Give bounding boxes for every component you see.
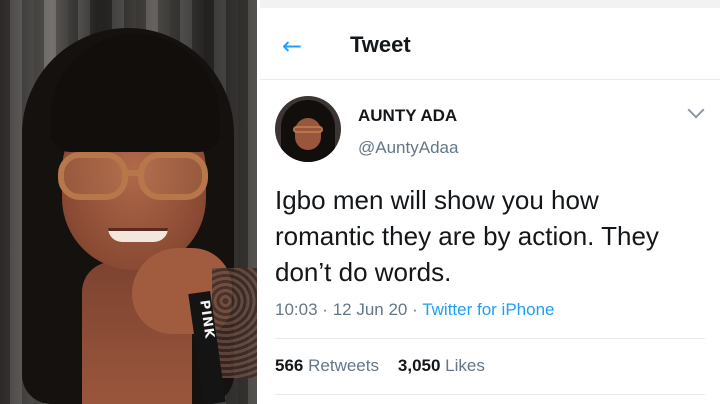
tweet-stats: 566 Retweets 3,050 Likes xyxy=(275,356,485,376)
tweet-header: ← Tweet xyxy=(260,8,720,80)
smile xyxy=(108,228,168,242)
likes-label: Likes xyxy=(445,356,485,375)
tweet-date[interactable]: 12 Jun 20 xyxy=(333,300,408,319)
glasses-left-lens xyxy=(58,152,128,200)
retweets-label: Retweets xyxy=(308,356,379,375)
retweets-stat[interactable]: 566 Retweets xyxy=(275,356,379,375)
chevron-down-icon[interactable] xyxy=(687,101,705,119)
top-bar xyxy=(260,0,720,8)
tweet-text: Igbo men will show you how romantic they… xyxy=(275,185,659,287)
meta-separator: · xyxy=(412,300,418,319)
likes-count: 3,050 xyxy=(397,356,441,375)
avatar-face xyxy=(295,118,321,150)
likes-stat[interactable]: 3,050 Likes xyxy=(398,356,485,375)
tweet-time[interactable]: 10:03 xyxy=(275,300,318,319)
profile-photo: PINK xyxy=(0,0,257,404)
retweets-count: 566 xyxy=(275,356,304,375)
tweet-panel: ← Tweet AUNTY ADA @AuntyAdaa Igbo men wi… xyxy=(260,0,720,404)
tweet-meta: 10:03 · 12 Jun 20 · Twitter for iPhone xyxy=(275,300,554,320)
author-handle[interactable]: @AuntyAdaa xyxy=(358,138,458,158)
tweet-source-link[interactable]: Twitter for iPhone xyxy=(422,300,554,319)
author-name[interactable]: AUNTY ADA xyxy=(358,106,457,126)
glasses-bridge xyxy=(126,170,140,176)
divider xyxy=(275,338,705,339)
arrow-left-icon[interactable]: ← xyxy=(282,34,306,58)
glasses-right-lens xyxy=(138,152,208,200)
divider xyxy=(275,394,705,395)
avatar[interactable] xyxy=(275,96,341,162)
avatar-glasses xyxy=(293,126,323,133)
meta-separator: · xyxy=(322,300,328,319)
page-title: Tweet xyxy=(350,32,411,57)
